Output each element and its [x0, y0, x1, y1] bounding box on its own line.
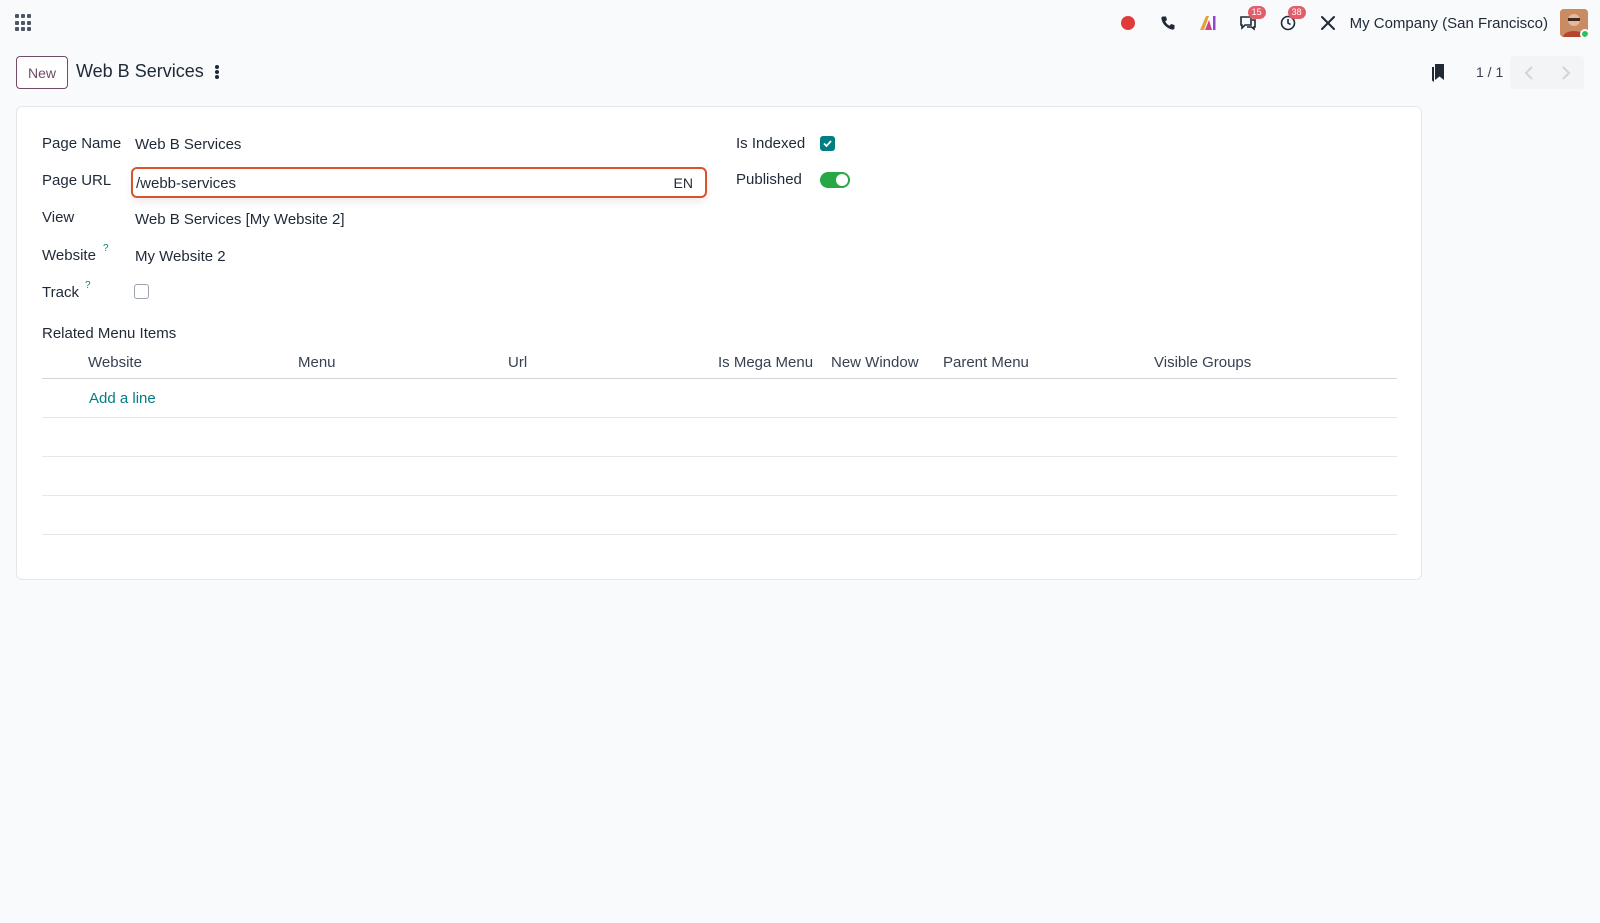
record-icon[interactable]: [1114, 8, 1142, 38]
view-label: View: [42, 209, 75, 226]
table-row: Add a line: [42, 379, 1397, 418]
related-menu-items-table: Website Menu Url Is Mega Menu New Window…: [42, 345, 1397, 535]
new-button[interactable]: New: [16, 56, 68, 89]
online-status-indicator: [1580, 29, 1588, 37]
add-a-line-link[interactable]: Add a line: [89, 390, 156, 407]
system-tray: 15 38 My Company (San Francisco): [1102, 6, 1588, 38]
page-url-field[interactable]: [136, 172, 646, 194]
is-indexed-checkbox[interactable]: [820, 136, 835, 151]
track-help-tooltip[interactable]: ?: [85, 280, 91, 291]
debug-tools-icon[interactable]: [1314, 8, 1342, 38]
chevron-right-icon: [1561, 65, 1570, 80]
control-panel: New Web B Services 1 / 1: [0, 46, 1600, 98]
top-navbar: 15 38 My Company (San Francisco): [0, 0, 1600, 46]
phone-icon[interactable]: [1154, 8, 1182, 38]
website-field[interactable]: My Website 2: [135, 248, 226, 265]
column-header-website[interactable]: Website: [88, 354, 142, 371]
website-help-tooltip[interactable]: ?: [103, 243, 109, 254]
track-label: Track: [42, 284, 79, 301]
table-header: Website Menu Url Is Mega Menu New Window…: [42, 345, 1397, 379]
activities-clock-icon[interactable]: 38: [1274, 6, 1306, 38]
page-name-field[interactable]: Web B Services: [135, 136, 241, 153]
website-label: Website: [42, 247, 96, 264]
table-row: [42, 418, 1397, 457]
actions-menu-icon[interactable]: [211, 63, 223, 81]
column-header-url[interactable]: Url: [508, 354, 527, 371]
is-indexed-label: Is Indexed: [736, 135, 806, 152]
published-label: Published: [736, 171, 802, 188]
published-toggle[interactable]: [820, 172, 850, 188]
table-row: [42, 457, 1397, 496]
activities-badge: 38: [1287, 6, 1306, 19]
page-url-label: Page URL: [42, 172, 112, 189]
pager-previous-button[interactable]: [1510, 56, 1547, 89]
language-selector[interactable]: EN: [674, 175, 693, 191]
pager-next-button[interactable]: [1547, 56, 1584, 89]
column-header-menu[interactable]: Menu: [298, 354, 336, 371]
user-avatar[interactable]: [1560, 9, 1588, 37]
form-sheet: Page Name Web B Services Page URL EN Vie…: [16, 106, 1422, 580]
view-field[interactable]: Web B Services [My Website 2]: [135, 211, 345, 228]
messages-icon[interactable]: 15: [1234, 6, 1266, 38]
page-url-input-wrapper: EN: [131, 167, 707, 198]
column-header-is-mega-menu[interactable]: Is Mega Menu: [718, 354, 813, 371]
chevron-left-icon: [1524, 65, 1533, 80]
column-header-new-window[interactable]: New Window: [831, 354, 919, 371]
track-checkbox[interactable]: [134, 284, 149, 299]
bookmark-icon[interactable]: [1430, 63, 1448, 83]
toggle-knob: [836, 174, 848, 186]
company-switcher[interactable]: My Company (San Francisco): [1350, 15, 1548, 32]
pager-buttons: [1510, 56, 1584, 89]
app-menu-icon[interactable]: [15, 14, 33, 32]
column-header-visible-groups[interactable]: Visible Groups: [1154, 354, 1251, 371]
pager-value[interactable]: 1 / 1: [1476, 64, 1503, 80]
breadcrumb-title: Web B Services: [76, 61, 204, 81]
check-icon: [823, 140, 832, 148]
page-name-label: Page Name: [42, 135, 122, 152]
messages-badge: 15: [1247, 6, 1266, 19]
related-menu-items-label: Related Menu Items: [42, 325, 177, 342]
column-header-parent-menu[interactable]: Parent Menu: [943, 354, 1029, 371]
table-row: [42, 496, 1397, 535]
ai-assistant-icon[interactable]: [1194, 8, 1222, 38]
